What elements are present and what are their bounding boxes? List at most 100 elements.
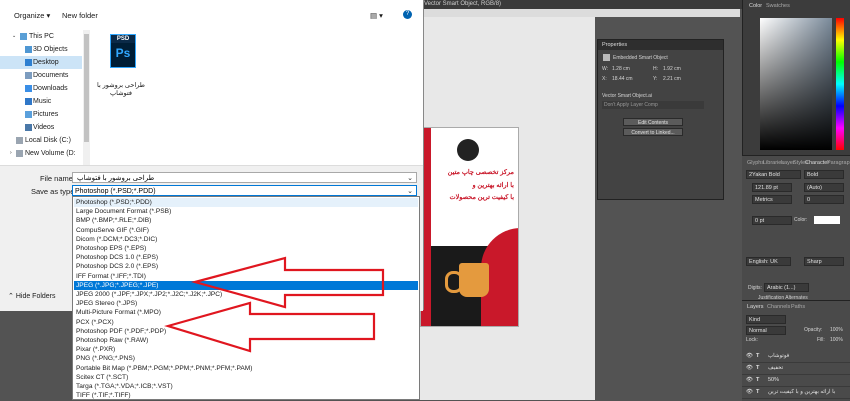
text-color-swatch[interactable] — [814, 216, 840, 224]
nav-item-this-pc[interactable]: ⌄ This PC — [0, 30, 82, 43]
text-layer-icon: T — [756, 365, 760, 371]
smart-file-label: Vector Smart Object.ai — [602, 93, 653, 99]
file-type-dropdown[interactable]: Photoshop (*.PSD;*.PDD) Large Document Fo… — [72, 196, 420, 400]
pc-icon — [20, 33, 27, 40]
organize-button[interactable]: Organize ▾ — [14, 11, 50, 20]
file-type-option[interactable]: Targa (*.TGA;*.VDA;*.ICB;*.VST) — [74, 382, 418, 391]
layer-row[interactable]: 👁 T تخفیف — [742, 363, 850, 375]
file-type-option[interactable]: Multi-Picture Format (*.MPO) — [74, 308, 418, 317]
text-layer-icon: T — [756, 389, 760, 395]
file-type-option[interactable]: JPEG (*.JPG;*.JPEG;*.JPE) — [74, 280, 418, 290]
file-type-option[interactable]: PCX (*.PCX) — [74, 318, 418, 327]
file-type-option[interactable]: Pixar (*.PXR) — [74, 345, 418, 354]
psd-file-icon[interactable]: PSD Ps — [110, 34, 136, 68]
file-type-option[interactable]: Scitex CT (*.SCT) — [74, 373, 418, 382]
nav-item-local-disk[interactable]: Local Disk (C:) — [0, 134, 82, 147]
leading-field[interactable]: (Auto) — [804, 183, 844, 192]
digits-label: Digits: — [748, 285, 762, 291]
layer-kind-filter[interactable]: Kind — [746, 315, 786, 324]
h-label: H: — [653, 66, 658, 72]
antialias-select[interactable]: Sharp — [804, 257, 844, 266]
font-style-select[interactable]: Bold — [804, 170, 844, 179]
file-type-option[interactable]: JPEG 2000 (*.JPF;*.JPX;*.JP2;*.J2C;*.J2K… — [74, 290, 418, 299]
file-type-option[interactable]: Photoshop DCS 2.0 (*.EPS) — [74, 262, 418, 271]
nav-item-videos[interactable]: Videos — [0, 121, 82, 134]
chevron-down-icon[interactable]: ⌄ — [12, 30, 19, 39]
file-type-option[interactable]: Photoshop EPS (*.EPS) — [74, 244, 418, 253]
file-type-option[interactable]: Dicom (*.DCM;*.DC3;*.DIC) — [74, 235, 418, 244]
file-type-option[interactable]: BMP (*.BMP;*.RLE;*.DIB) — [74, 216, 418, 225]
nav-label: Pictures — [33, 111, 59, 118]
file-type-option[interactable]: Photoshop DCS 1.0 (*.EPS) — [74, 253, 418, 262]
tracking-field[interactable]: 0 — [804, 195, 844, 204]
psd-label: PSD — [111, 35, 135, 43]
convert-to-linked-button[interactable]: Convert to Linked... — [623, 128, 683, 136]
eye-icon[interactable]: 👁 — [746, 351, 753, 362]
disk-icon — [16, 137, 23, 144]
eye-icon[interactable]: 👁 — [746, 387, 753, 398]
document-tab-title[interactable]: Vector Smart Object, RGB/8) — [420, 0, 744, 9]
file-type-option[interactable]: TIFF (*.TIF;*.TIFF) — [74, 391, 418, 400]
hide-folders-button[interactable]: ⌃ Hide Folders — [8, 292, 56, 300]
tab-swatches[interactable]: Swatches — [763, 2, 793, 11]
layer-row[interactable]: 👁 T 50% — [742, 375, 850, 387]
file-name-input[interactable]: طراحی بروشور با فتوشاپ ⌄ — [72, 172, 417, 183]
help-icon[interactable]: ? — [403, 10, 412, 19]
baseline-field[interactable]: 0 pt — [752, 216, 792, 225]
view-options-icon[interactable]: ▤ ▾ — [370, 11, 383, 20]
h-value[interactable]: 1.92 cm — [663, 66, 681, 72]
language-select[interactable]: English: UK — [746, 257, 791, 266]
nav-scrollbar-thumb[interactable] — [84, 34, 89, 142]
character-panel: Glyphs Libraries Layer Styles Character … — [742, 155, 850, 301]
fill-value[interactable]: 100% — [830, 337, 843, 343]
cube-icon — [25, 46, 32, 53]
blend-mode-select[interactable]: Normal — [746, 326, 786, 335]
layer-comp-select[interactable]: Don't Apply Layer Comp — [602, 101, 704, 109]
smart-object-icon — [603, 54, 610, 61]
file-type-option[interactable]: PNG (*.PNG;*.PNS) — [74, 354, 418, 363]
fill-label: Fill: — [817, 337, 825, 343]
eye-icon[interactable]: 👁 — [746, 363, 753, 374]
tab-paths[interactable]: Paths — [788, 303, 808, 312]
mug-image — [459, 263, 489, 297]
file-type-option[interactable]: IFF Format (*.IFF;*.TDI) — [74, 272, 418, 281]
font-size-field[interactable]: 121.89 pt — [752, 183, 792, 192]
nav-item-desktop[interactable]: Desktop — [0, 56, 82, 69]
w-value[interactable]: 1.28 cm — [612, 66, 630, 72]
properties-tab[interactable]: Properties — [598, 40, 723, 50]
file-type-option[interactable]: Photoshop Raw (*.RAW) — [74, 336, 418, 345]
lock-label: Lock: — [746, 337, 758, 343]
file-name-caption[interactable]: طراحی بروشور با فتوشاپ — [96, 82, 146, 98]
nav-item-downloads[interactable]: Downloads — [0, 82, 82, 95]
save-as-type-select[interactable]: Photoshop (*.PSD;*.PDD) ⌄ — [72, 185, 417, 196]
documents-icon — [25, 72, 32, 79]
tab-paragraph[interactable]: Paragraph — [824, 159, 850, 168]
nav-item-documents[interactable]: Documents — [0, 69, 82, 82]
opacity-value[interactable]: 100% — [830, 327, 843, 333]
nav-item-new-volume[interactable]: › New Volume (D: — [0, 147, 82, 160]
nav-item-pictures[interactable]: Pictures — [0, 108, 82, 121]
kerning-field[interactable]: Metrics — [752, 195, 792, 204]
new-folder-button[interactable]: New folder — [62, 11, 98, 20]
chevron-down-icon[interactable]: ⌄ — [407, 173, 413, 184]
color-picker-field[interactable] — [760, 18, 832, 150]
eye-icon[interactable]: 👁 — [746, 375, 753, 386]
file-type-option[interactable]: CompuServe GIF (*.GIF) — [74, 226, 418, 235]
x-value[interactable]: 18.44 cm — [612, 76, 633, 82]
layer-row[interactable]: 👁 T فوتوشاپ — [742, 351, 850, 363]
edit-contents-button[interactable]: Edit Contents — [623, 118, 683, 126]
file-type-option[interactable]: Large Document Format (*.PSB) — [74, 207, 418, 216]
hue-slider[interactable] — [836, 18, 844, 150]
layer-row[interactable]: 👁 T با ارائه بهترین و با کیفیت ترین — [742, 387, 850, 399]
file-type-option[interactable]: JPEG Stereo (*.JPS) — [74, 299, 418, 308]
brochure-document[interactable]: مرکز تخصصی چاپ متین با ارائه بهترین و با… — [420, 127, 519, 327]
nav-item-3d-objects[interactable]: 3D Objects — [0, 43, 82, 56]
y-value[interactable]: 2.21 cm — [663, 76, 681, 82]
font-family-select[interactable]: 2Yakan Bold — [746, 170, 801, 179]
file-type-option[interactable]: Portable Bit Map (*.PBM;*.PGM;*.PPM;*.PN… — [74, 364, 418, 373]
nav-item-music[interactable]: Music — [0, 95, 82, 108]
digits-select[interactable]: Arabic (1...) — [764, 283, 809, 292]
disk-icon — [16, 150, 23, 157]
file-type-option[interactable]: Photoshop PDF (*.PDF;*.PDP) — [74, 327, 418, 336]
file-type-option[interactable]: Photoshop (*.PSD;*.PDD) — [74, 198, 418, 207]
